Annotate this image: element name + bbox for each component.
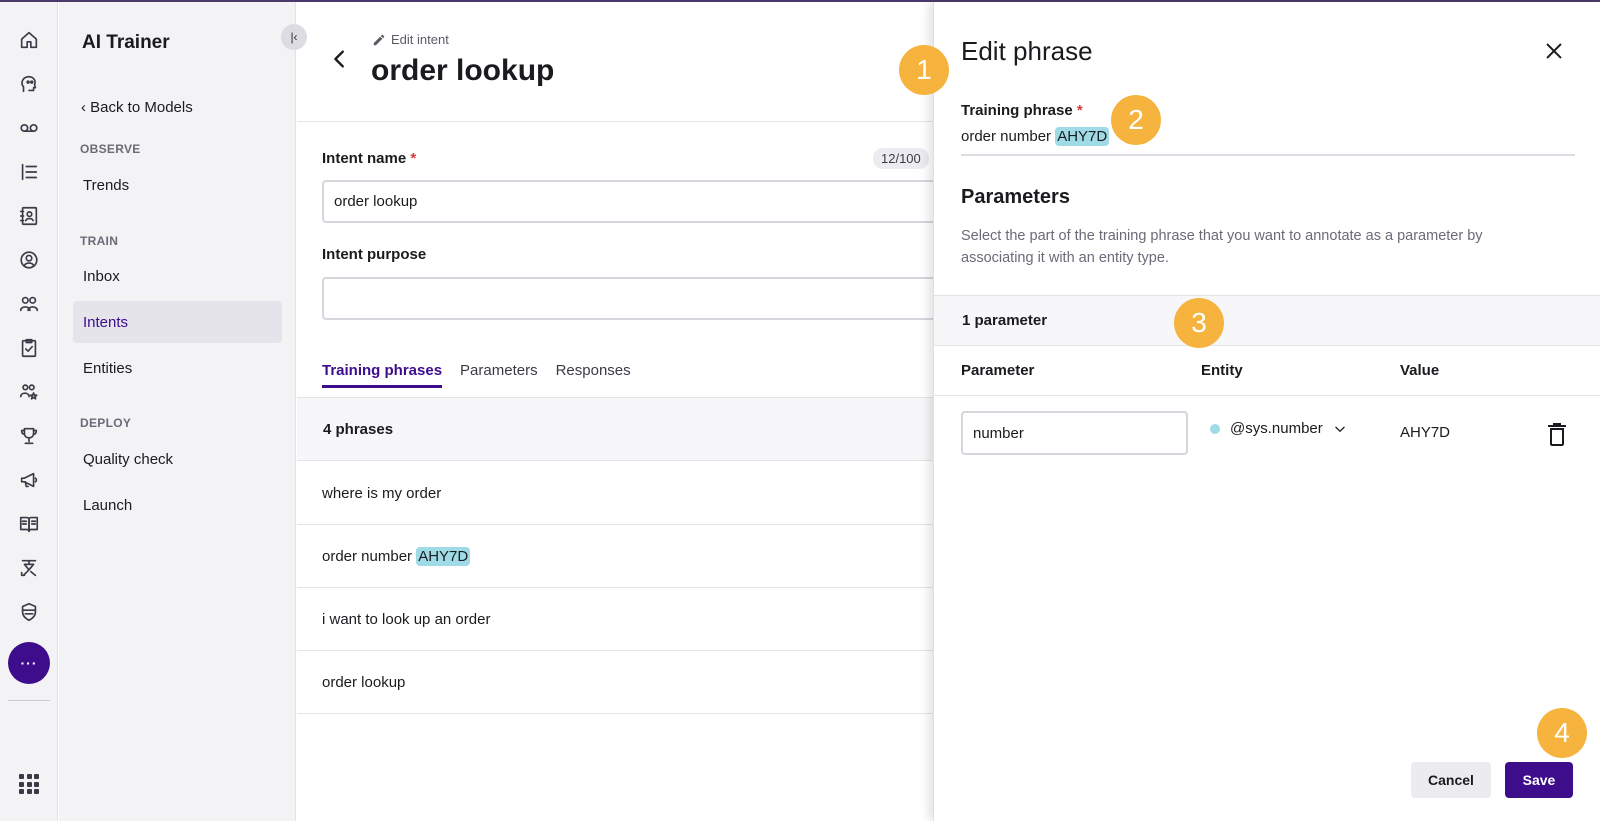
collapse-sidebar-button[interactable]: |‹	[281, 24, 307, 50]
shield-icon[interactable]	[17, 600, 41, 624]
cancel-button[interactable]: Cancel	[1411, 762, 1491, 798]
tab-training-phrases[interactable]: Training phrases	[322, 362, 443, 388]
intent-purpose-field[interactable]	[322, 277, 942, 320]
sidebar-item-entities[interactable]: Entities	[73, 347, 282, 389]
sidebar-item-trends[interactable]: Trends	[73, 164, 282, 206]
flow-icon[interactable]	[17, 556, 41, 580]
training-phrase-label: Training phrase *	[961, 102, 1083, 119]
intent-name-field[interactable]: order lookup	[322, 180, 942, 223]
phrase-text: i want to look up an order	[322, 610, 491, 628]
header-divider	[297, 121, 933, 122]
app-title: AI Trainer	[82, 32, 170, 53]
apps-grid-icon[interactable]	[19, 774, 39, 794]
list-item[interactable]: order lookup	[297, 651, 933, 714]
step-marker-3: 3	[1174, 298, 1224, 348]
phrase-annotation[interactable]: AHY7D	[416, 546, 471, 566]
chevron-down-icon	[1335, 426, 1345, 432]
intent-name-label: Intent name *	[322, 150, 417, 167]
edit-phrase-panel: Edit phrase Training phrase * order numb…	[933, 2, 1600, 821]
sidebar-item-quality-check[interactable]: Quality check	[73, 438, 282, 480]
phrase-text: order number	[322, 547, 413, 565]
people-icon[interactable]	[17, 292, 41, 316]
breadcrumb: Edit intent	[372, 32, 449, 47]
clipboard-check-icon[interactable]	[17, 336, 41, 360]
phrase-text: where is my order	[322, 484, 442, 502]
tab-responses[interactable]: Responses	[556, 362, 631, 388]
tab-parameters[interactable]: Parameters	[460, 362, 538, 388]
panel-title: Edit phrase	[961, 36, 1093, 66]
parameter-value: AHY7D	[1400, 424, 1451, 441]
icon-rail: ···	[0, 2, 58, 821]
column-header-parameter: Parameter	[961, 362, 1035, 379]
parameters-description: Select the part of the training phrase t…	[961, 228, 1483, 266]
parameter-count: 1 parameter	[934, 295, 1600, 346]
back-to-models-link[interactable]: ‹ Back to Models	[81, 99, 193, 116]
column-header-value: Value	[1400, 362, 1440, 379]
voicemail-icon[interactable]	[17, 116, 41, 140]
chevron-left-icon: ‹	[81, 99, 86, 116]
phrase-annotation[interactable]: AHY7D	[1055, 127, 1110, 146]
entity-select[interactable]: @sys.number	[1210, 420, 1347, 437]
entity-label: @sys.number	[1230, 420, 1323, 437]
intent-purpose-label: Intent purpose	[322, 246, 427, 263]
phrase-text: order lookup	[322, 673, 406, 691]
step-marker-4: 4	[1537, 708, 1587, 758]
char-counter: 12/100	[873, 148, 929, 169]
agent-icon[interactable]	[17, 248, 41, 272]
column-header-entity: Entity	[1201, 362, 1243, 379]
nav-section-observe: OBSERVE	[80, 142, 141, 156]
list-item[interactable]: i want to look up an order	[297, 588, 933, 651]
nav-section-train: TRAIN	[80, 234, 119, 248]
more-button[interactable]: ···	[8, 642, 50, 684]
list-icon[interactable]	[17, 160, 41, 184]
home-icon[interactable]	[17, 28, 41, 52]
list-item[interactable]: order number AHY7D	[297, 525, 933, 588]
step-marker-1: 1	[899, 45, 949, 95]
back-arrow-icon[interactable]	[329, 48, 351, 70]
megaphone-icon[interactable]	[17, 468, 41, 492]
training-phrase-field[interactable]: order number AHY7D	[961, 127, 1110, 146]
pencil-icon	[373, 34, 385, 45]
rail-divider	[8, 700, 50, 701]
speech-bubble-head-icon[interactable]	[17, 72, 41, 96]
book-open-icon[interactable]	[17, 512, 41, 536]
main-content: Edit intent order lookup Intent name * 1…	[297, 2, 942, 821]
phrases-count: 4 phrases	[297, 398, 933, 461]
back-link-label: Back to Models	[90, 99, 193, 116]
parameter-name-field[interactable]: number	[961, 411, 1188, 455]
entity-color-dot	[1210, 423, 1220, 434]
field-underline	[961, 154, 1575, 156]
list-item[interactable]: where is my order	[297, 462, 933, 525]
contacts-book-icon[interactable]	[17, 204, 41, 228]
people-star-icon[interactable]	[17, 380, 41, 404]
trash-icon[interactable]	[1547, 422, 1569, 446]
close-icon[interactable]	[1543, 40, 1565, 62]
nav-section-deploy: DEPLOY	[80, 416, 132, 430]
sidebar-item-intents[interactable]: Intents	[73, 301, 282, 343]
trophy-icon[interactable]	[17, 424, 41, 448]
parameters-heading: Parameters	[961, 186, 1070, 208]
table-header-divider	[934, 395, 1600, 396]
sidebar-item-inbox[interactable]: Inbox	[73, 255, 282, 297]
page-title: order lookup	[371, 54, 555, 87]
step-marker-2: 2	[1111, 95, 1161, 145]
sidebar-item-launch[interactable]: Launch	[73, 484, 282, 526]
save-button[interactable]: Save	[1505, 762, 1573, 798]
intent-tabs: Training phrases Parameters Responses	[322, 362, 631, 388]
breadcrumb-label: Edit intent	[391, 32, 449, 47]
nav-sidebar: AI Trainer |‹ ‹ Back to Models OBSERVE T…	[59, 2, 307, 821]
